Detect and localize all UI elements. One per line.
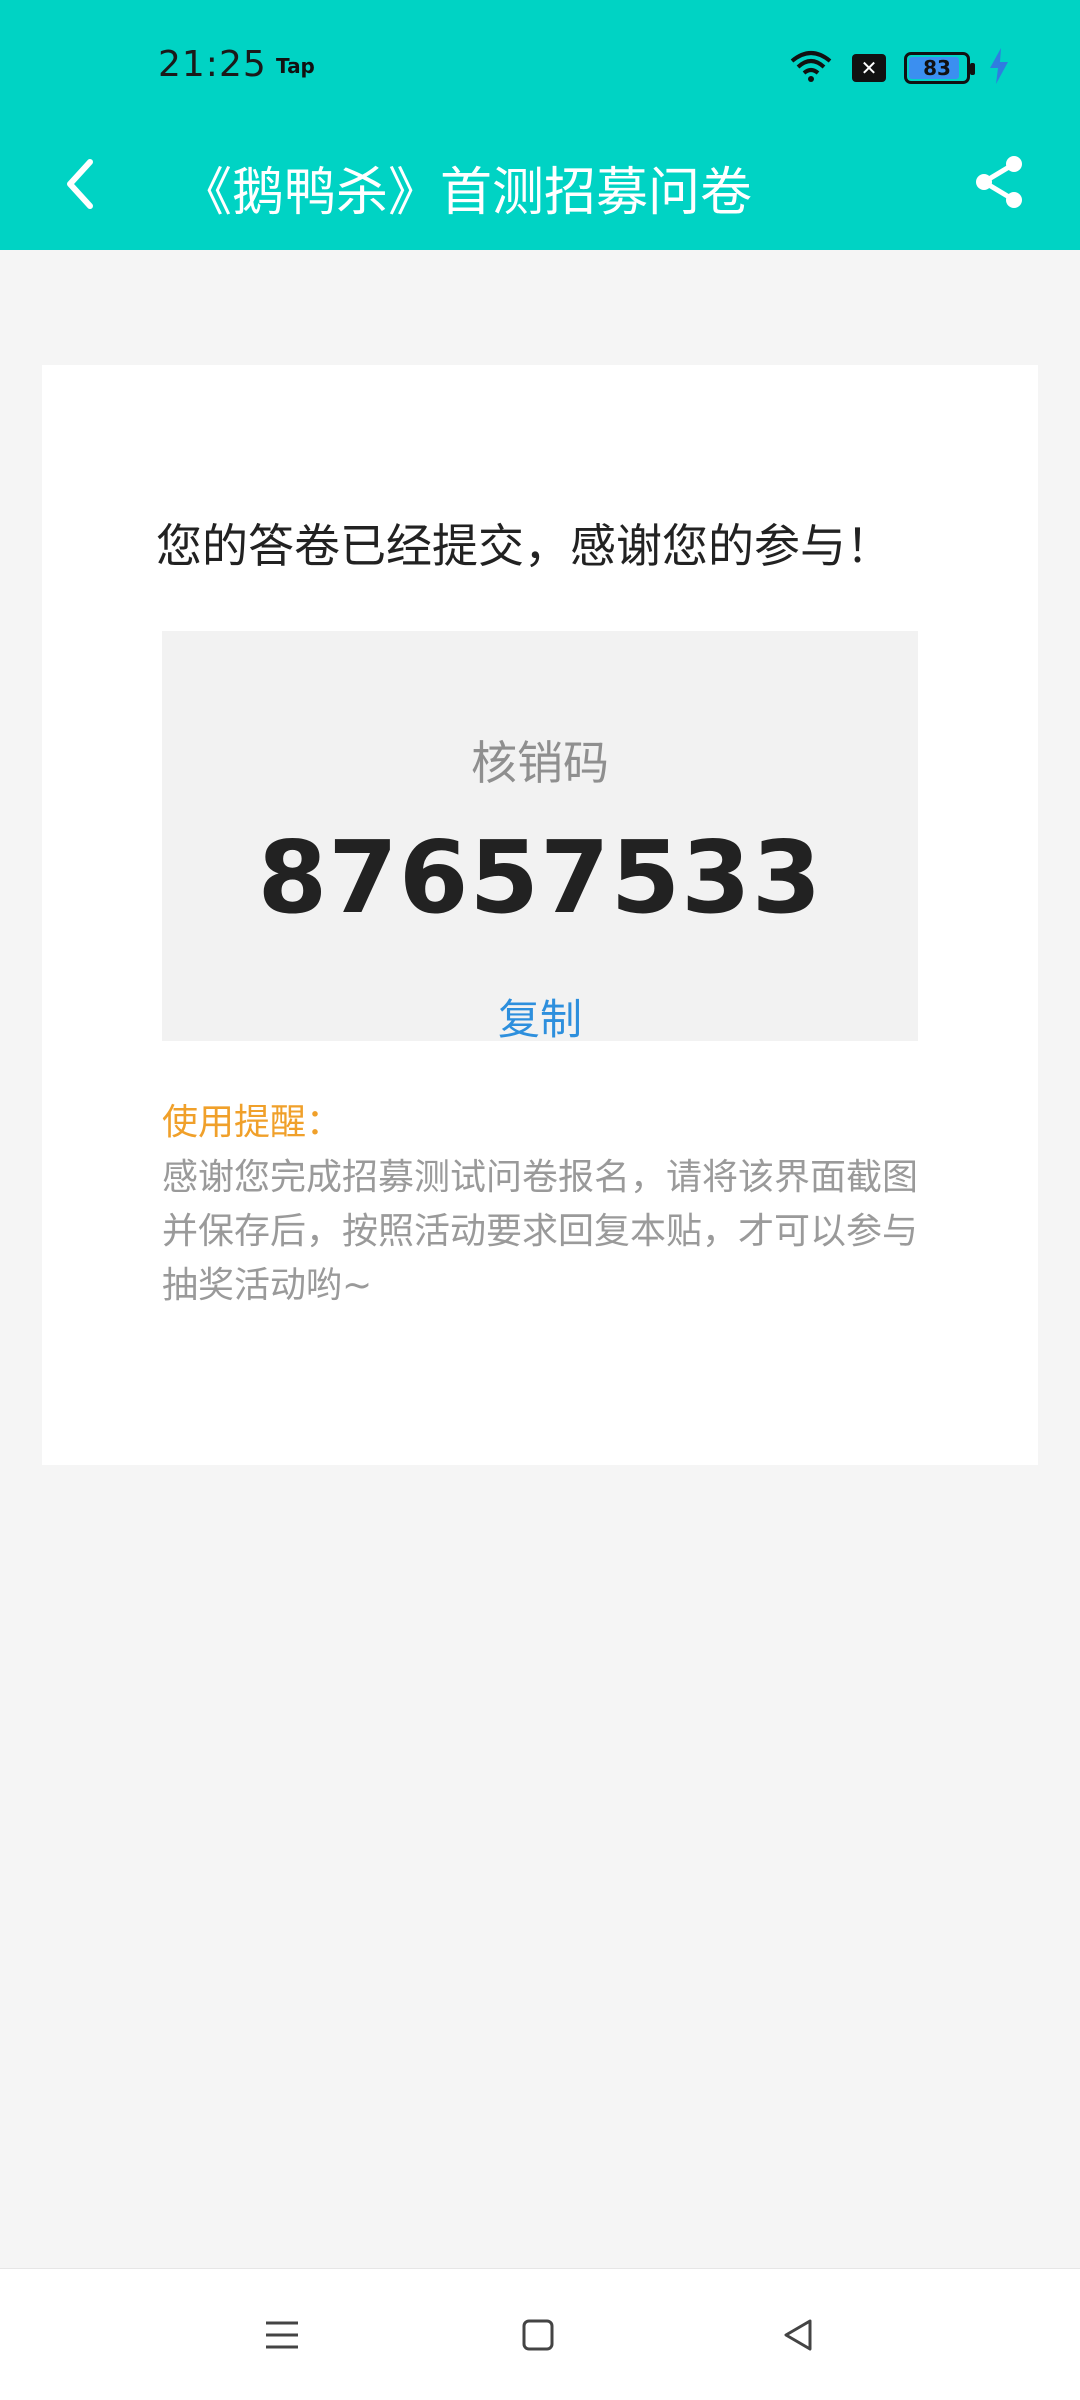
wifi-icon xyxy=(788,49,834,87)
menu-icon xyxy=(266,2321,298,2349)
share-icon xyxy=(976,156,1022,208)
tap-tag: Tap xyxy=(276,54,315,78)
result-card: 您的答卷已经提交，感谢您的参与！ 核销码 87657533 复制 使用提醒： 感… xyxy=(42,365,1038,1465)
copy-button[interactable]: 复制 xyxy=(162,986,918,1047)
back-arrow-icon xyxy=(67,159,93,209)
submission-headline: 您的答卷已经提交，感谢您的参与！ xyxy=(156,519,892,573)
page-title: 《鹅鸭杀》首测招募问卷 xyxy=(180,163,753,223)
status-time: 21:25 xyxy=(158,44,267,85)
charging-icon xyxy=(988,48,1010,88)
reminder-text: 感谢您完成招募测试问卷报名，请将该界面截图并保存后，按照活动要求回复本贴，才可以… xyxy=(162,1157,919,1306)
x-box-icon: ✕ xyxy=(852,54,886,82)
redeem-code-label: 核销码 xyxy=(471,736,609,790)
system-nav-bar xyxy=(0,2268,1080,2400)
status-icons: ✕ 83 xyxy=(788,48,1010,88)
battery-percent: 83 xyxy=(923,56,951,80)
redeem-code-box: 核销码 87657533 复制 xyxy=(162,631,918,1044)
top-bar: 21:25 Tap ✕ 83 《鹅鸭杀》首测招募问卷 xyxy=(0,0,1080,250)
share-button[interactable] xyxy=(968,150,1032,214)
app-bar: 《鹅鸭杀》首测招募问卷 xyxy=(0,132,1080,250)
back-button[interactable] xyxy=(48,152,112,216)
redeem-code-value: 87657533 xyxy=(257,819,823,936)
battery-icon: 83 xyxy=(904,52,975,84)
nav-back-button[interactable] xyxy=(766,2303,830,2367)
reminder-title: 使用提醒： xyxy=(162,1102,343,1143)
back-triangle-icon xyxy=(784,2319,812,2351)
status-bar: 21:25 Tap ✕ 83 xyxy=(0,0,1080,132)
nav-menu-button[interactable] xyxy=(250,2303,314,2367)
home-icon xyxy=(522,2319,554,2351)
screen: 21:25 Tap ✕ 83 《鹅鸭杀》首测招募问卷 您的答卷已经提交，感谢您的… xyxy=(0,0,1080,2400)
nav-home-button[interactable] xyxy=(506,2303,570,2367)
